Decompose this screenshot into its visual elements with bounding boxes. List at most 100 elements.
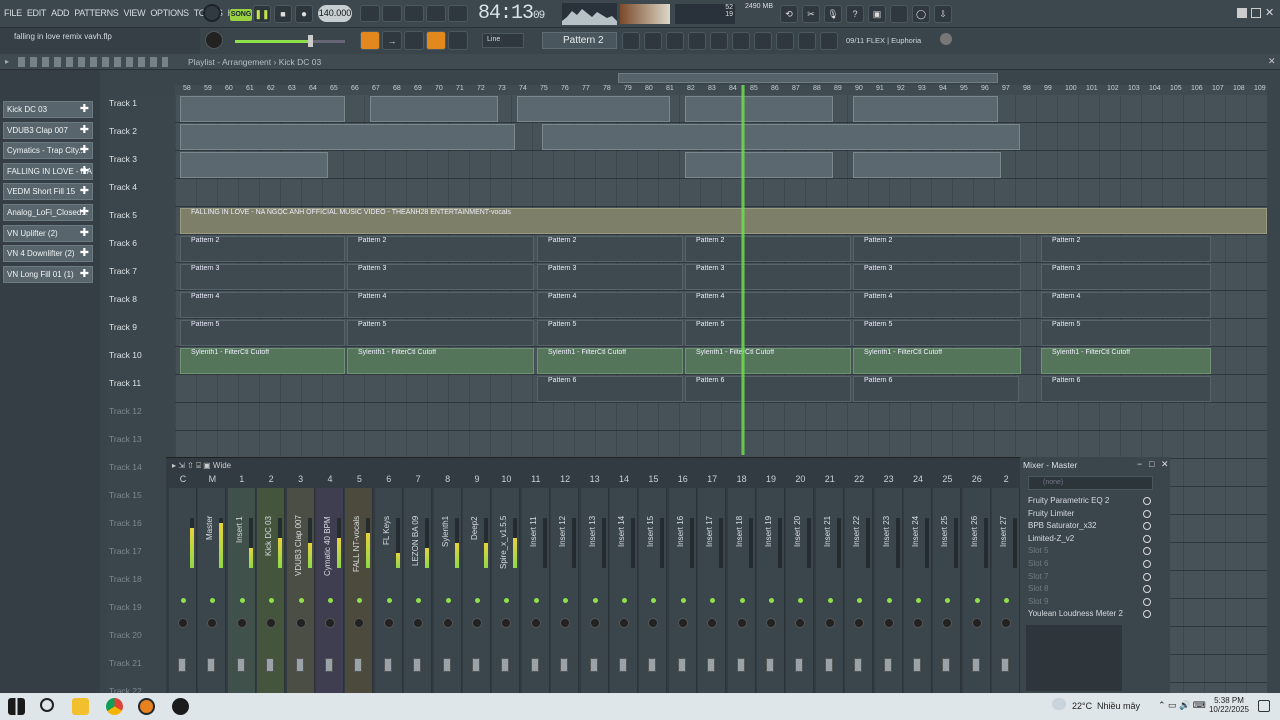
mixer-strip[interactable]: 5 FALL NT-vocals xyxy=(345,474,374,694)
kick-clip[interactable] xyxy=(370,96,498,122)
pan-knob[interactable] xyxy=(736,618,747,628)
menu-item-4[interactable]: VIEW xyxy=(124,8,146,18)
mixer-strip[interactable]: 17 Insert 17 xyxy=(698,474,727,694)
track-name[interactable]: Track 4 xyxy=(109,182,137,192)
mute-led[interactable] xyxy=(239,598,245,603)
mute-led[interactable] xyxy=(827,598,833,603)
volume-fader[interactable] xyxy=(677,658,686,672)
mixer-strip[interactable]: 11 Insert 11 xyxy=(521,474,550,694)
weather-temp[interactable]: 22°C xyxy=(1072,701,1092,711)
horizontal-scrollbar[interactable] xyxy=(618,73,998,83)
pan-knob[interactable] xyxy=(707,618,718,628)
mixer-icon[interactable] xyxy=(644,32,662,50)
mixer-strip[interactable]: 22 Insert 22 xyxy=(845,474,874,694)
mute-led[interactable] xyxy=(798,598,804,603)
pattern-clip[interactable]: Pattern 3 xyxy=(537,264,683,290)
mute-led[interactable] xyxy=(386,598,392,603)
mixer-strip[interactable]: 20 Insert 20 xyxy=(786,474,815,694)
pattern-clip[interactable]: Pattern 4 xyxy=(685,292,851,318)
pan-knob[interactable] xyxy=(472,618,482,628)
track-name[interactable]: Track 1 xyxy=(109,98,137,108)
mixer-strip[interactable]: 21 Insert 21 xyxy=(815,474,844,694)
automation-clip[interactable]: Sylenth1 - FilterCtl Cutoff xyxy=(1041,348,1211,374)
link-icon[interactable] xyxy=(426,31,446,50)
pan-knob[interactable] xyxy=(207,618,218,628)
pan-knob[interactable] xyxy=(854,618,865,628)
volume-fader[interactable] xyxy=(413,658,422,672)
metronome-icon[interactable] xyxy=(360,5,380,22)
kick-clip[interactable] xyxy=(853,96,998,122)
pan-knob[interactable] xyxy=(442,618,453,628)
pan-knob[interactable] xyxy=(325,618,335,628)
channel-add-icon[interactable]: ✚ xyxy=(80,143,89,158)
playlist-close-icon[interactable]: ✕ xyxy=(1268,56,1276,67)
volume-fader[interactable] xyxy=(472,658,480,672)
mute-led[interactable] xyxy=(651,598,657,603)
project-icon[interactable] xyxy=(732,32,750,50)
track-name[interactable]: Track 15 xyxy=(109,490,142,500)
menu-item-3[interactable]: PATTERNS xyxy=(74,8,119,18)
mute-led[interactable] xyxy=(416,598,422,603)
clock[interactable]: 5:38 PM 10/22/2025 xyxy=(1208,696,1250,714)
mixer-slot[interactable]: Slot 7 xyxy=(1028,572,1151,581)
pan-knob[interactable] xyxy=(530,618,541,628)
menu-item-5[interactable]: OPTIONS xyxy=(150,8,189,18)
pattern-clip[interactable]: Pattern 4 xyxy=(347,292,534,318)
mute-led[interactable] xyxy=(1004,598,1010,603)
track-name[interactable]: Track 14 xyxy=(109,462,142,472)
channel-add-icon[interactable]: ✚ xyxy=(80,226,89,241)
download-icon[interactable]: ⇩ xyxy=(934,5,952,23)
pattern-clip[interactable]: Pattern 6 xyxy=(685,376,851,402)
pan-knob[interactable] xyxy=(795,618,806,628)
tempo-tap-icon[interactable] xyxy=(798,32,816,50)
mute-led[interactable] xyxy=(739,598,745,603)
pattern-clip[interactable]: Pattern 4 xyxy=(1041,292,1211,318)
shop-icon[interactable] xyxy=(820,32,838,50)
mixer-strip[interactable]: 9 Deep2 xyxy=(463,474,491,694)
mixer-slot[interactable]: Limited-Z_v2 xyxy=(1028,534,1151,543)
track-name[interactable]: Track 19 xyxy=(109,602,142,612)
volume-fader[interactable] xyxy=(589,658,598,672)
master-volume-slider[interactable] xyxy=(235,40,345,43)
mute-led[interactable] xyxy=(886,598,892,603)
flex-preset-label[interactable]: 09/11 FLEX | Euphoria xyxy=(846,36,921,45)
slot-toggle-icon[interactable] xyxy=(1143,497,1151,505)
pattern-clip[interactable]: Pattern 4 xyxy=(853,292,1021,318)
maximize-icon[interactable] xyxy=(1251,8,1261,18)
pan-knob[interactable] xyxy=(178,618,188,628)
chrome-icon[interactable] xyxy=(106,698,123,715)
mixer-strip[interactable]: 3 VDUB3 Clap 007 xyxy=(286,474,315,694)
mixer-slot[interactable]: Slot 5 xyxy=(1028,546,1151,556)
mute-led[interactable] xyxy=(298,598,304,603)
clap-clip[interactable] xyxy=(542,124,1020,150)
track-name[interactable]: Track 10 xyxy=(109,350,142,360)
mixer-slot[interactable]: Fruity Limiter xyxy=(1028,509,1151,518)
volume-fader[interactable] xyxy=(854,658,863,672)
automation-clip[interactable]: Sylenth1 - FilterCtl Cutoff xyxy=(685,348,851,374)
pan-knob[interactable] xyxy=(383,618,394,628)
volume-fader[interactable] xyxy=(236,658,245,672)
input-select[interactable]: (none) xyxy=(1028,476,1153,490)
pattern-clip[interactable]: Pattern 6 xyxy=(1041,376,1211,402)
channel-add-icon[interactable]: ✚ xyxy=(80,205,89,220)
pattern-clip[interactable]: Pattern 2 xyxy=(1041,236,1211,262)
arrow-icon[interactable]: → xyxy=(382,31,402,50)
pattern-clip[interactable]: Pattern 5 xyxy=(180,320,345,346)
slot-toggle-icon[interactable] xyxy=(1143,585,1151,594)
pan-knob[interactable] xyxy=(236,618,247,628)
mute-led[interactable] xyxy=(592,598,598,603)
pan-knob[interactable] xyxy=(883,618,894,628)
channel-button[interactable]: VN 4 Downlifter (2) ✚ xyxy=(3,245,93,263)
cut-icon[interactable]: ✂ xyxy=(802,5,820,23)
volume-fader[interactable] xyxy=(501,658,510,672)
slot-toggle-icon[interactable] xyxy=(1143,522,1151,531)
channel-button[interactable]: Cymatics - Trap City... ✚ xyxy=(3,142,93,160)
volume-fader[interactable] xyxy=(824,658,833,672)
kick-clip[interactable] xyxy=(685,96,833,122)
pattern-song-toggle[interactable] xyxy=(203,4,221,22)
mixer-strip[interactable]: 7 LEZON BA 09 xyxy=(404,474,433,694)
mixer-slot[interactable]: Slot 6 xyxy=(1028,559,1151,568)
pin-icon[interactable] xyxy=(754,32,772,50)
notification-icon[interactable] xyxy=(1258,700,1270,712)
flex-refresh-icon[interactable] xyxy=(940,33,952,45)
